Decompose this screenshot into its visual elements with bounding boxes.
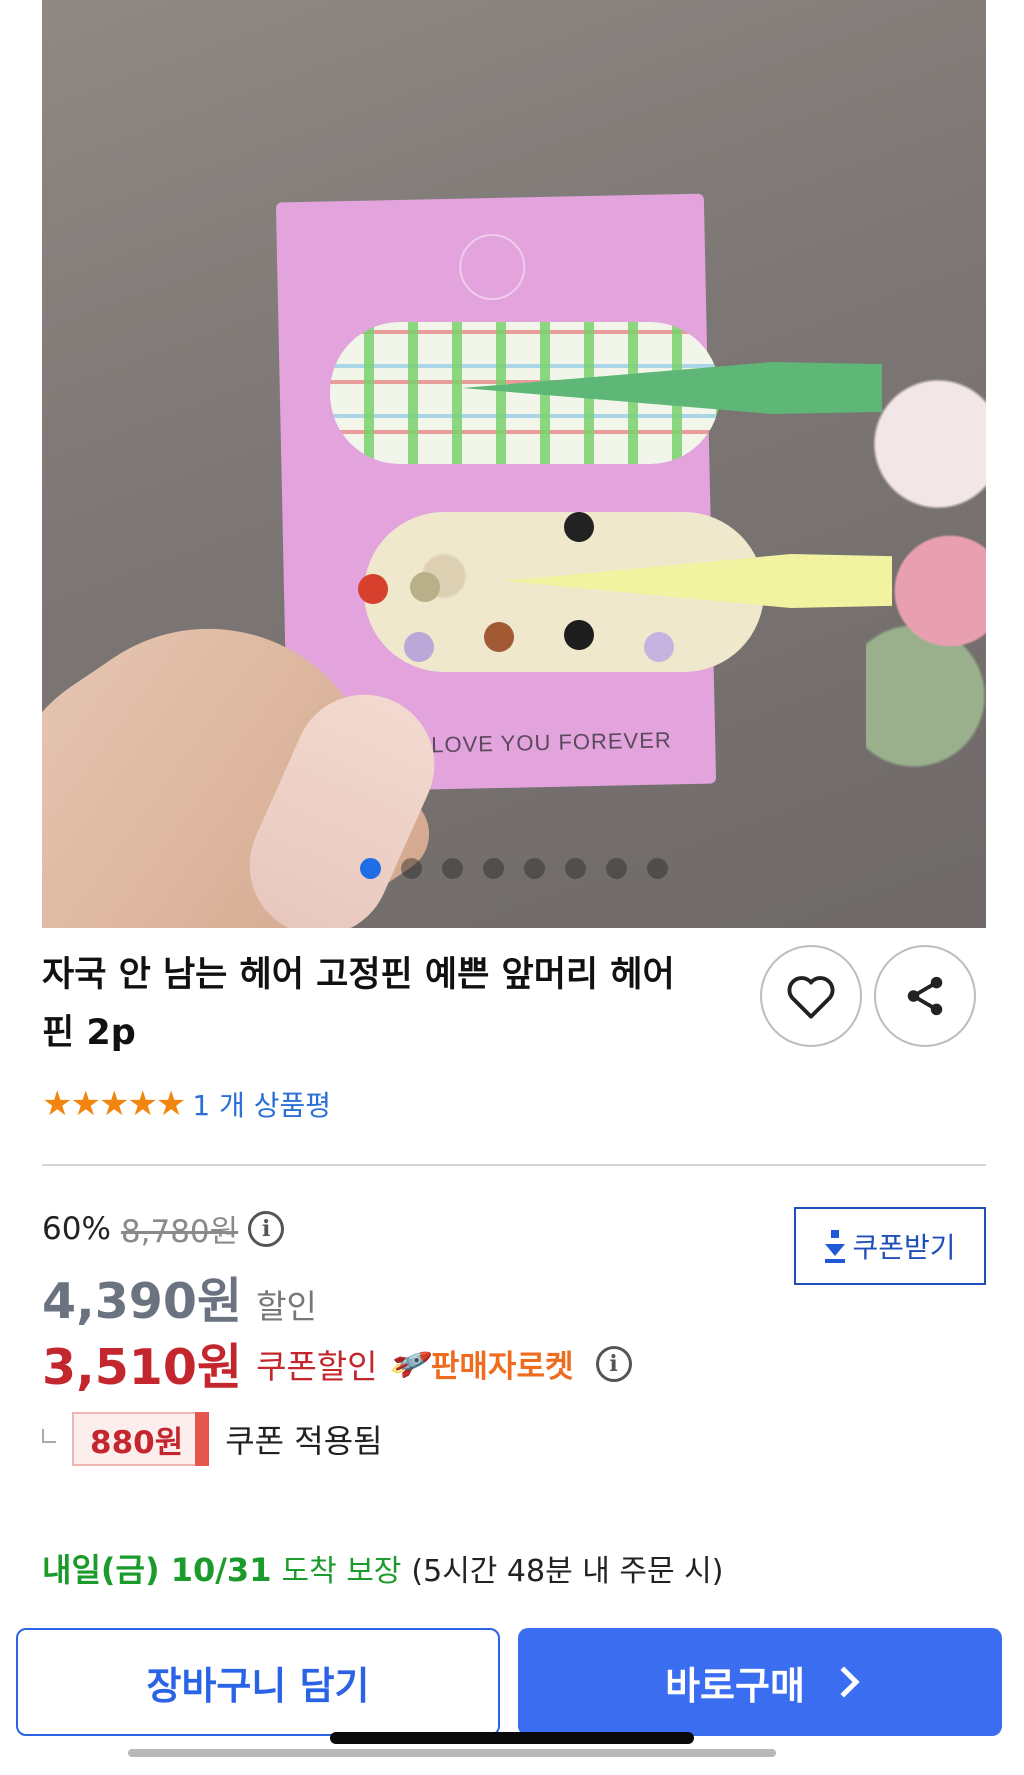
star-rating: ★★★★★ bbox=[42, 1084, 186, 1124]
carousel-indicator bbox=[42, 858, 986, 879]
carousel-dot-7[interactable] bbox=[606, 858, 627, 879]
carousel-dot-1[interactable] bbox=[360, 858, 381, 879]
add-to-cart-label: 장바구니 담기 bbox=[146, 1663, 370, 1708]
clip-dot bbox=[644, 632, 674, 662]
share-button[interactable] bbox=[874, 945, 976, 1047]
divider bbox=[42, 1164, 986, 1166]
info-icon[interactable]: i bbox=[595, 1345, 632, 1382]
coupon-applied-row: 880원 쿠폰 적용됨 bbox=[42, 1412, 383, 1466]
coupon-applied-text: 쿠폰 적용됨 bbox=[225, 1422, 383, 1460]
carousel-dot-3[interactable] bbox=[442, 858, 463, 879]
sale-price: 4,390원 bbox=[42, 1273, 243, 1330]
clip-dot bbox=[564, 620, 594, 650]
carousel-dot-8[interactable] bbox=[647, 858, 668, 879]
indent-marker bbox=[42, 1429, 56, 1443]
delivery-info: 내일(금) 10/31 도착 보장 (5시간 48분 내 주문 시) bbox=[42, 1545, 723, 1591]
clip-dot bbox=[410, 572, 440, 602]
rocket-icon: 🚀 bbox=[386, 1340, 434, 1387]
get-coupon-label: 쿠폰받기 bbox=[852, 1231, 956, 1264]
delivery-guarantee: 도착 보장 bbox=[281, 1554, 402, 1589]
carousel-dot-5[interactable] bbox=[524, 858, 545, 879]
review-count-link[interactable]: 1 개 상품평 bbox=[192, 1084, 331, 1124]
original-price-row: 60% 8,780원 i bbox=[42, 1206, 285, 1251]
home-indicator bbox=[330, 1732, 694, 1744]
rating-row: ★★★★★ 1 개 상품평 bbox=[42, 1084, 331, 1124]
buy-now-button[interactable]: 바로구매 bbox=[518, 1628, 1002, 1736]
download-icon bbox=[824, 1229, 846, 1263]
carousel-dot-2[interactable] bbox=[401, 858, 422, 879]
card-print-text: I LOVE YOU FOREVER bbox=[416, 727, 673, 758]
card-hang-hole bbox=[458, 233, 526, 301]
chevron-right-icon bbox=[828, 1666, 860, 1698]
clip-dot bbox=[564, 512, 594, 542]
coupon-discount-label: 쿠폰할인 bbox=[256, 1346, 378, 1386]
clip-dot bbox=[404, 632, 434, 662]
seller-rocket-badge: 🚀 판매자로켓 bbox=[387, 1341, 574, 1387]
get-coupon-button[interactable]: 쿠폰받기 bbox=[794, 1207, 986, 1285]
sale-price-row: 4,390원 할인 bbox=[42, 1262, 317, 1333]
delivery-note: (5시간 48분 내 주문 시) bbox=[411, 1554, 724, 1589]
background-flowers bbox=[866, 360, 986, 780]
sale-label: 할인 bbox=[256, 1287, 317, 1326]
wishlist-button[interactable] bbox=[760, 945, 862, 1047]
buy-now-label: 바로구매 bbox=[665, 1663, 805, 1708]
clip-dot bbox=[358, 574, 388, 604]
info-icon[interactable]: i bbox=[248, 1210, 285, 1247]
original-price: 8,780원 bbox=[120, 1214, 239, 1250]
clip-dot bbox=[484, 622, 514, 652]
coupon-price: 3,510원 bbox=[42, 1339, 243, 1396]
add-to-cart-button[interactable]: 장바구니 담기 bbox=[16, 1628, 500, 1736]
scroll-bar[interactable] bbox=[128, 1749, 776, 1757]
discount-percent: 60% bbox=[42, 1210, 111, 1247]
coupon-amount-chip: 880원 bbox=[72, 1412, 210, 1466]
carousel-dot-4[interactable] bbox=[483, 858, 504, 879]
carousel-dot-6[interactable] bbox=[565, 858, 586, 879]
heart-icon bbox=[787, 976, 835, 1019]
seller-rocket-label: 판매자로켓 bbox=[430, 1349, 574, 1385]
product-image-carousel[interactable]: I LOVE YOU FOREVER bbox=[42, 0, 986, 928]
share-icon bbox=[907, 976, 943, 1016]
coupon-price-row: 3,510원 쿠폰할인 🚀 판매자로켓 i bbox=[42, 1328, 632, 1399]
delivery-date: 내일(금) 10/31 bbox=[42, 1551, 272, 1589]
product-title: 자국 안 남는 헤어 고정핀 예쁜 앞머리 헤어핀 2p bbox=[42, 955, 675, 1053]
